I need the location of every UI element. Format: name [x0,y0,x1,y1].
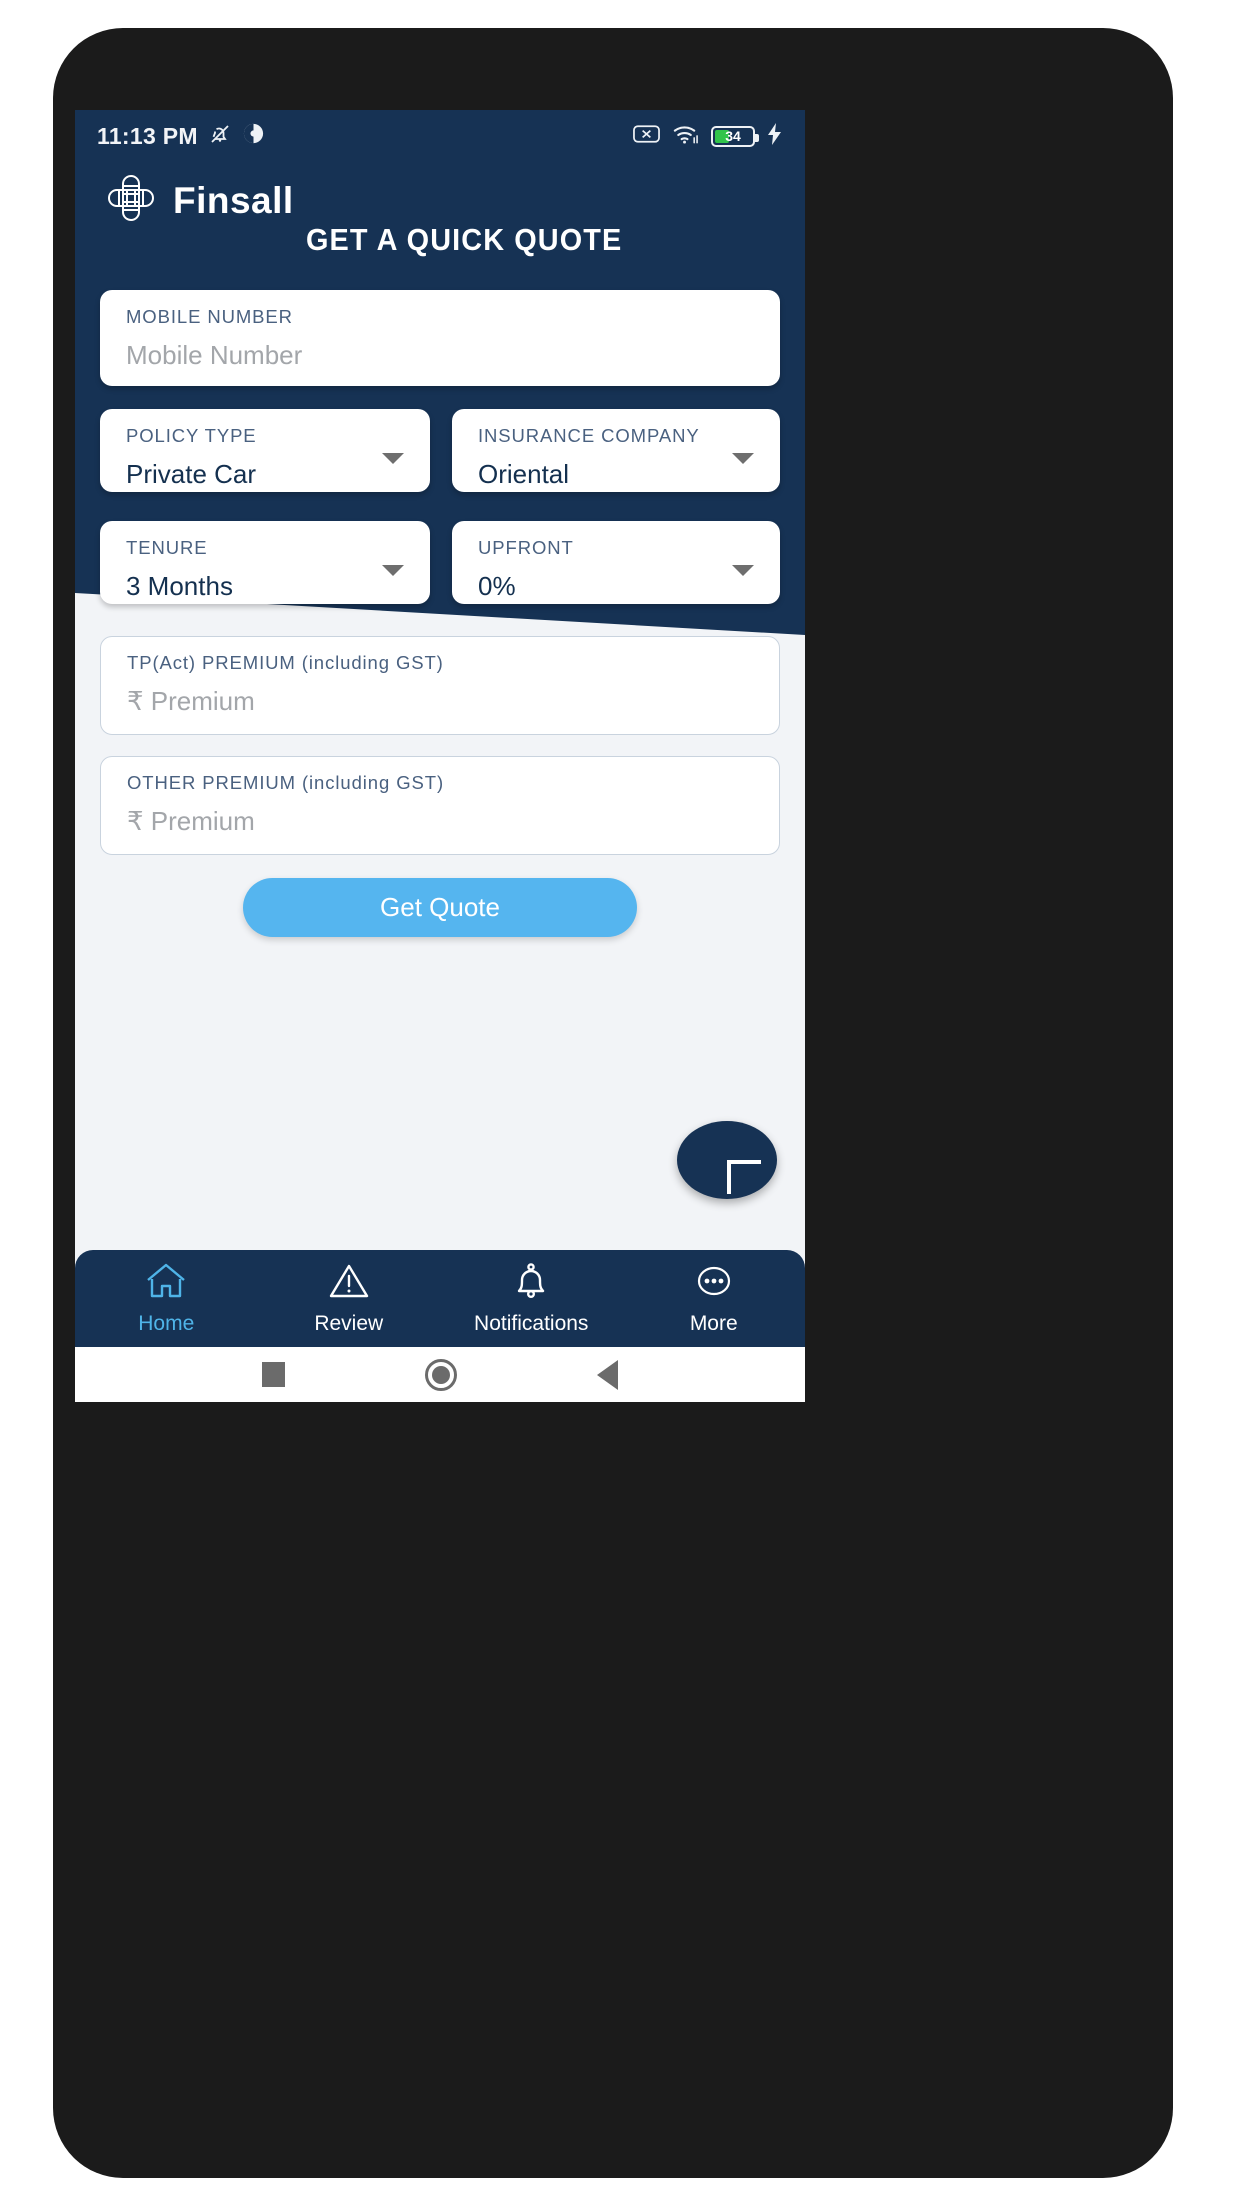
bell-muted-icon [208,122,232,151]
nav-item-notifications[interactable]: Notifications [440,1250,623,1347]
mobile-number-input[interactable]: Mobile Number [126,340,754,371]
nav-item-review[interactable]: Review [258,1250,441,1347]
home-icon [145,1262,187,1305]
status-bar: 11:13 PM 34 [75,110,805,162]
chevron-down-icon[interactable] [732,565,754,576]
theme-contrast-icon [242,122,265,150]
battery-icon: 34 [711,125,759,147]
finsall-logo-icon [105,172,157,229]
upfront-value: 0% [478,571,516,601]
other-premium-label: OTHER PREMIUM (including GST) [127,772,445,793]
charging-bolt-icon [767,122,783,150]
chevron-down-icon[interactable] [382,453,404,464]
tp-premium-field[interactable]: TP(Act) PREMIUM (including GST) ₹ Premiu… [100,636,780,735]
status-clock: 11:13 PM [97,122,198,149]
bell-icon [510,1262,552,1305]
policy-type-label: POLICY TYPE [126,425,257,446]
page-title: GET A QUICK QUOTE [305,222,623,257]
wifi-icon [672,123,699,150]
nav-item-more[interactable]: More [623,1250,806,1347]
brand-name: Finsall [173,179,294,221]
other-premium-input[interactable]: ₹ Premium [127,806,753,837]
nav-label-review: Review [314,1311,384,1335]
tp-premium-input[interactable]: ₹ Premium [127,686,753,717]
insurance-company-dropdown[interactable]: INSURANCE COMPANY Oriental [452,409,780,492]
tenure-value: 3 Months [126,571,233,601]
nav-label-notifications: Notifications [474,1311,589,1335]
chevron-down-icon[interactable] [382,565,404,576]
tenure-label: TENURE [126,537,208,558]
get-quote-button[interactable]: Get Quote [243,878,637,937]
phone-screen: 11:13 PM 34 Finsall GET A QUICK QUOTE MO… [75,110,805,1402]
insurance-company-label: INSURANCE COMPANY [478,425,700,446]
upfront-label: UPFRONT [478,537,574,558]
battery-percent: 34 [725,128,741,144]
add-fab-button[interactable] [677,1121,777,1199]
nav-label-more: More [689,1311,738,1335]
back-triangle-icon[interactable] [597,1359,618,1390]
policy-type-dropdown[interactable]: POLICY TYPE Private Car [100,409,430,492]
other-premium-field[interactable]: OTHER PREMIUM (including GST) ₹ Premium [100,756,780,855]
nav-item-home[interactable]: Home [75,1250,258,1347]
no-sim-icon [633,124,660,149]
status-bar-left: 11:13 PM [97,122,265,151]
warning-triangle-icon [328,1262,370,1305]
brand-row: Finsall [105,172,294,229]
mobile-number-field[interactable]: MOBILE NUMBER Mobile Number [100,290,780,386]
nav-label-home: Home [138,1311,195,1335]
recents-square-icon[interactable] [262,1362,285,1387]
more-dots-circle-icon [693,1262,735,1305]
tenure-dropdown[interactable]: TENURE 3 Months [100,521,430,604]
upfront-dropdown[interactable]: UPFRONT 0% [452,521,780,604]
bottom-navigation: Home Review Notifications More [75,1250,805,1347]
android-system-bar [75,1347,805,1402]
home-circle-icon[interactable] [425,1358,457,1391]
chevron-down-icon[interactable] [732,453,754,464]
status-bar-right: 34 [633,122,783,150]
insurance-company-value: Oriental [478,459,570,489]
policy-type-value: Private Car [126,459,257,489]
tp-premium-label: TP(Act) PREMIUM (including GST) [127,652,444,673]
mobile-number-label: MOBILE NUMBER [126,306,293,327]
